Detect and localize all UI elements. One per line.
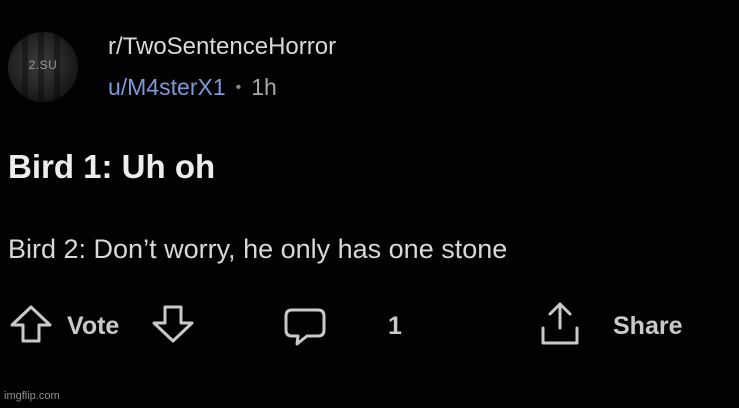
post-title[interactable]: Bird 1: Uh oh xyxy=(8,148,215,186)
comment-count: 1 xyxy=(388,312,402,340)
comment-button[interactable] xyxy=(283,307,327,347)
share-label: Share xyxy=(613,312,683,340)
arrow-down-icon xyxy=(150,304,196,344)
subreddit-name[interactable]: r/TwoSentenceHorror xyxy=(108,33,336,61)
arrow-up-icon xyxy=(8,304,54,344)
comment-bubble-icon xyxy=(283,307,327,347)
share-button[interactable] xyxy=(537,300,583,348)
username-link[interactable]: u/M4sterX1 xyxy=(108,74,226,101)
downvote-button[interactable] xyxy=(150,304,196,344)
post-time: 1h xyxy=(251,74,277,100)
avatar-text: 2.SU xyxy=(28,58,58,72)
share-icon xyxy=(537,300,583,348)
meta-separator: • xyxy=(235,78,242,96)
upvote-button[interactable] xyxy=(8,304,54,344)
imgflip-watermark: imgflip.com xyxy=(4,390,60,402)
post-meta: u/M4sterX1 • 1h xyxy=(108,74,277,101)
post-action-bar: Vote 1 Share xyxy=(0,300,739,350)
subreddit-avatar[interactable]: 2.SU xyxy=(8,32,78,102)
reddit-post: 2.SU r/TwoSentenceHorror u/M4sterX1 • 1h… xyxy=(0,0,739,408)
vote-label: Vote xyxy=(67,312,120,340)
post-body: Bird 2: Don’t worry, he only has one sto… xyxy=(8,234,508,264)
